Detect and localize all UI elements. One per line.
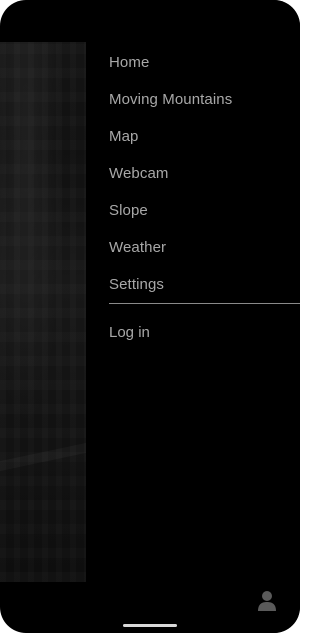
menu-item-label: Settings [109, 276, 164, 293]
menu-item-label: Home [109, 54, 149, 71]
login-link[interactable]: Log in [109, 314, 150, 350]
background-photo [0, 42, 86, 582]
menu-item-settings[interactable]: Settings [109, 266, 300, 303]
login-label: Log in [109, 324, 150, 341]
menu-item-home[interactable]: Home [109, 44, 300, 81]
menu-divider [109, 303, 300, 304]
home-indicator [123, 624, 177, 627]
user-icon[interactable] [257, 590, 277, 612]
device-screen: Home Moving Mountains Map Webcam Slope W… [0, 0, 300, 633]
menu-item-label: Map [109, 128, 138, 145]
menu-list: Home Moving Mountains Map Webcam Slope W… [109, 44, 300, 303]
menu-item-moving-mountains[interactable]: Moving Mountains [109, 81, 300, 118]
menu-item-map[interactable]: Map [109, 118, 300, 155]
menu-item-label: Weather [109, 239, 166, 256]
menu-item-webcam[interactable]: Webcam [109, 155, 300, 192]
menu-item-label: Moving Mountains [109, 91, 232, 108]
menu-item-slope[interactable]: Slope [109, 192, 300, 229]
menu-item-label: Webcam [109, 165, 169, 182]
user-icon-svg [257, 590, 277, 612]
menu-item-weather[interactable]: Weather [109, 229, 300, 266]
menu-item-label: Slope [109, 202, 148, 219]
